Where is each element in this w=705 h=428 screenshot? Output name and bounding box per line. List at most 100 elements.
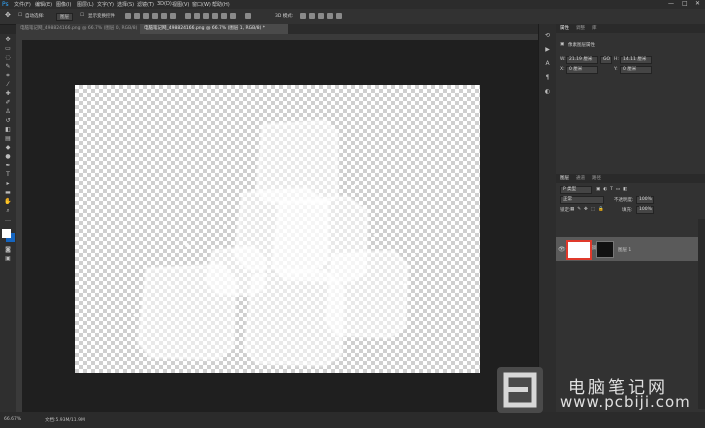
quick-mask-icon[interactable]: ◙: [4, 247, 12, 253]
history-brush-tool-icon[interactable]: ↺: [4, 118, 12, 124]
distribute-4-icon[interactable]: [212, 13, 218, 19]
align-middle-icon[interactable]: [134, 13, 140, 19]
menu-3d[interactable]: 3D(D): [157, 1, 172, 7]
distribute-5-icon[interactable]: [221, 13, 227, 19]
hand-tool-icon[interactable]: ✋: [4, 199, 12, 205]
menu-select[interactable]: 选择(S): [117, 1, 134, 8]
move-icon[interactable]: ✥: [5, 11, 11, 19]
eraser-tool-icon[interactable]: ◧: [4, 127, 12, 133]
lasso-tool-icon[interactable]: ◌: [4, 55, 12, 61]
brush-tool-icon[interactable]: ✐: [4, 100, 12, 106]
align-right-icon[interactable]: [170, 13, 176, 19]
tab-document-1[interactable]: 电脑笔记网_498824166.png @ 66.7% (图层 0, RGB/8…: [16, 24, 142, 34]
dodge-tool-icon[interactable]: ●: [4, 154, 12, 160]
layer-mask-thumbnail[interactable]: [566, 240, 592, 260]
3d-pan-icon[interactable]: [318, 13, 324, 19]
minimize-button[interactable]: —: [668, 0, 674, 7]
layer-row[interactable]: 👁 ⛓ 图层 1: [556, 237, 698, 261]
paragraph-panel-icon[interactable]: ¶: [544, 74, 551, 81]
stamp-tool-icon[interactable]: ♙: [4, 109, 12, 115]
move-tool-icon[interactable]: ✥: [4, 37, 12, 43]
foreground-color-swatch[interactable]: [2, 229, 11, 238]
screen-mode-icon[interactable]: ▣: [4, 256, 12, 262]
document-canvas[interactable]: [75, 85, 480, 373]
height-field[interactable]: 14.11 厘米: [620, 56, 652, 64]
healing-tool-icon[interactable]: ✚: [4, 91, 12, 97]
character-panel-icon[interactable]: A: [544, 60, 551, 67]
tab-properties[interactable]: 属性: [560, 25, 569, 31]
eye-icon[interactable]: 👁: [558, 246, 566, 253]
quick-select-tool-icon[interactable]: ✎: [4, 64, 12, 70]
menu-bar: Ps 文件(F) 编辑(E) 图像(I) 图层(L) 文字(Y) 选择(S) 滤…: [0, 0, 705, 9]
distribute-3-icon[interactable]: [203, 13, 209, 19]
menu-image[interactable]: 图像(I): [56, 1, 71, 8]
3d-rotate-icon[interactable]: [300, 13, 306, 19]
layer-filter-icons[interactable]: ▣◐T▭◧: [596, 187, 630, 192]
menu-help[interactable]: 帮助(H): [212, 1, 230, 8]
y-field[interactable]: 0 厘米: [620, 66, 652, 74]
auto-select-label: 自动选择:: [25, 14, 45, 19]
fill-field[interactable]: 100%: [636, 206, 654, 214]
distribute-6-icon[interactable]: [230, 13, 236, 19]
3d-scale-icon[interactable]: [336, 13, 342, 19]
shape-tool-icon[interactable]: ▬: [4, 190, 12, 196]
menu-type[interactable]: 文字(Y): [97, 1, 114, 8]
zoom-tool-icon[interactable]: ⌕: [4, 208, 12, 214]
menu-filter[interactable]: 滤镜(T): [137, 1, 154, 8]
x-label: X:: [560, 67, 565, 72]
watermark-url: www.pcbiji.com: [560, 393, 691, 411]
layer-thumbnail[interactable]: [596, 241, 614, 258]
width-field[interactable]: 21.19 厘米: [566, 56, 598, 64]
opacity-label: 不透明度:: [614, 198, 634, 203]
opacity-field[interactable]: 100%: [636, 196, 654, 204]
marquee-tool-icon[interactable]: ▭: [4, 46, 12, 52]
info-panel-icon[interactable]: ◐: [544, 88, 551, 95]
type-tool-icon[interactable]: T: [4, 172, 12, 178]
checkbox-icon[interactable]: ☐: [18, 13, 22, 18]
menu-view[interactable]: 视图(V): [172, 1, 189, 8]
layer-name[interactable]: 图层 1: [618, 247, 631, 253]
auto-select-dropdown[interactable]: 图层: [56, 13, 73, 21]
pen-tool-icon[interactable]: ✒: [4, 163, 12, 169]
3d-slide-icon[interactable]: [327, 13, 333, 19]
3d-roll-icon[interactable]: [309, 13, 315, 19]
x-field[interactable]: 0 厘米: [566, 66, 598, 74]
tab-channels[interactable]: 通道: [576, 175, 585, 181]
align-bottom-icon[interactable]: [143, 13, 149, 19]
close-button[interactable]: ✕: [695, 0, 700, 7]
document-info[interactable]: 文档:5.93M/11.9M: [45, 417, 85, 423]
gradient-tool-icon[interactable]: ▤: [4, 136, 12, 142]
tab-paths[interactable]: 路径: [592, 175, 601, 181]
history-panel-icon[interactable]: ⟲: [544, 32, 551, 39]
eyedropper-tool-icon[interactable]: ⁄: [4, 82, 12, 88]
menu-window[interactable]: 窗口(W): [192, 1, 211, 8]
actions-panel-icon[interactable]: ▶: [544, 46, 551, 53]
maximize-button[interactable]: □: [682, 0, 688, 7]
menu-edit[interactable]: 编辑(E): [35, 1, 52, 8]
layers-scrollbar[interactable]: [698, 219, 705, 409]
status-bar: 66.67% 文档:5.93M/11.9M: [0, 412, 705, 428]
align-left-icon[interactable]: [152, 13, 158, 19]
tab-document-2[interactable]: 电脑笔记网_498824166.png @ 66.7% (图层 1, RGB/8…: [140, 24, 288, 34]
blur-tool-icon[interactable]: ◆: [4, 145, 12, 151]
crop-tool-icon[interactable]: ⌗: [4, 73, 12, 79]
auto-align-icon[interactable]: [245, 13, 251, 19]
lock-icons[interactable]: ▦✎✥⬚🔒: [570, 207, 607, 212]
menu-layer[interactable]: 图层(L): [77, 1, 94, 8]
layer-kind-filter[interactable]: P 类型: [560, 186, 592, 194]
distribute-1-icon[interactable]: [185, 13, 191, 19]
link-dimensions-button[interactable]: GO: [600, 56, 612, 64]
tab-layers[interactable]: 图层: [560, 175, 569, 181]
tab-libraries[interactable]: 库: [592, 25, 597, 31]
options-bar: ✥ ☐ 自动选择: 图层 ☐ 显示变换控件 3D 模式:: [0, 9, 705, 25]
blend-mode-dropdown[interactable]: 正常: [560, 196, 604, 204]
zoom-level[interactable]: 66.67%: [4, 417, 21, 422]
checkbox-icon[interactable]: ☐: [80, 13, 84, 18]
distribute-2-icon[interactable]: [194, 13, 200, 19]
tab-adjustments[interactable]: 调整: [576, 25, 585, 31]
menu-file[interactable]: 文件(F): [14, 1, 31, 8]
align-center-icon[interactable]: [161, 13, 167, 19]
path-select-tool-icon[interactable]: ▸: [4, 181, 12, 187]
more-tools-icon[interactable]: …: [4, 217, 12, 223]
align-top-icon[interactable]: [125, 13, 131, 19]
